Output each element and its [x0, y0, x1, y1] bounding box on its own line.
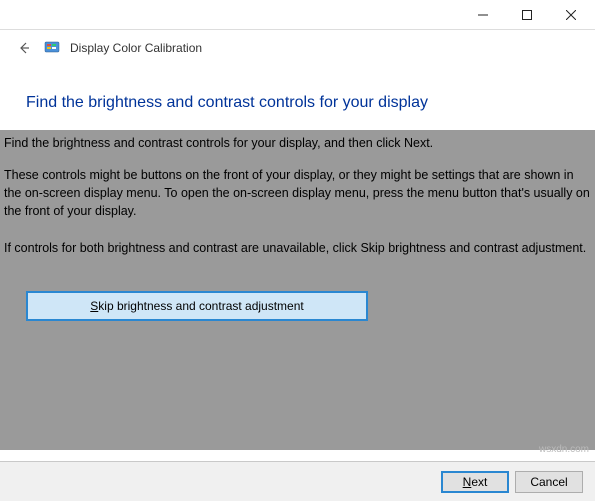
skip-button-label: kip brightness and contrast adjustment	[98, 299, 303, 313]
instruction-paragraph-3: If controls for both brightness and cont…	[0, 239, 595, 283]
close-button[interactable]	[549, 1, 593, 29]
minimize-button[interactable]	[461, 1, 505, 29]
instruction-paragraph-1: Find the brightness and contrast control…	[0, 130, 595, 166]
maximize-icon	[522, 10, 532, 20]
minimize-icon	[478, 10, 488, 20]
titlebar	[0, 0, 595, 30]
cancel-button[interactable]: Cancel	[515, 471, 583, 493]
content-area: Find the brightness and contrast control…	[0, 130, 595, 450]
header: Display Color Calibration	[0, 30, 595, 70]
heading-area: Find the brightness and contrast control…	[0, 70, 595, 130]
skip-brightness-contrast-button[interactable]: Skip brightness and contrast adjustment	[26, 291, 368, 321]
back-arrow-icon	[16, 40, 32, 56]
footer: Next Cancel	[0, 461, 595, 501]
next-button-label: ext	[471, 475, 487, 489]
close-icon	[566, 10, 576, 20]
instruction-paragraph-2: These controls might be buttons on the f…	[0, 166, 595, 238]
app-icon	[44, 40, 60, 56]
back-button[interactable]	[14, 38, 34, 58]
app-title: Display Color Calibration	[70, 41, 202, 55]
page-heading: Find the brightness and contrast control…	[26, 94, 569, 112]
watermark: wsxdn.com	[539, 444, 589, 455]
maximize-button[interactable]	[505, 1, 549, 29]
next-button[interactable]: Next	[441, 471, 509, 493]
